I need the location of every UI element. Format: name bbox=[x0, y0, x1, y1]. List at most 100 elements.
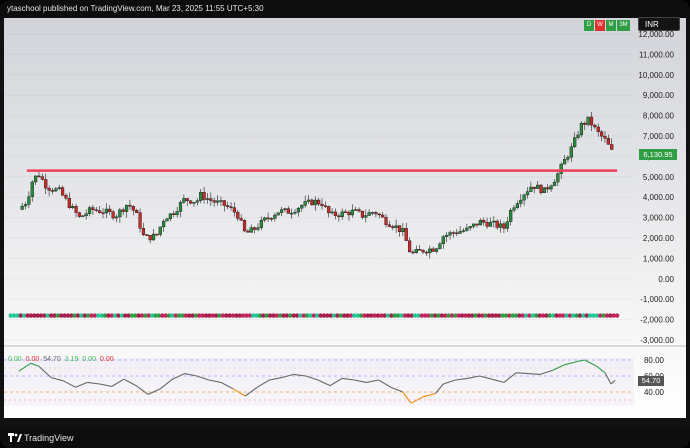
candle-bullish bbox=[569, 146, 573, 158]
candle-bullish bbox=[552, 181, 557, 187]
candle-bearish bbox=[236, 211, 240, 219]
candle-bearish bbox=[111, 211, 115, 219]
candle-bullish bbox=[219, 200, 223, 202]
candle-bullish bbox=[445, 234, 449, 237]
timeframe-3m[interactable]: 3M bbox=[617, 20, 630, 31]
candle-bearish bbox=[202, 192, 206, 200]
candle-bullish bbox=[84, 213, 88, 216]
candle-bearish bbox=[94, 209, 98, 211]
candle-bullish bbox=[350, 209, 354, 216]
candle-bullish bbox=[118, 209, 122, 218]
currency-button[interactable]: INR bbox=[638, 17, 680, 31]
candle-bearish bbox=[451, 232, 455, 234]
timeframe-d[interactable]: D bbox=[584, 20, 594, 31]
candle-bearish bbox=[357, 209, 361, 212]
candle-bullish bbox=[296, 207, 301, 213]
candle-bearish bbox=[246, 230, 250, 233]
candle-bearish bbox=[532, 186, 536, 189]
candle-bullish bbox=[441, 236, 445, 245]
candle-bearish bbox=[377, 213, 381, 216]
candle-bearish bbox=[600, 131, 604, 137]
candle-bullish bbox=[515, 203, 520, 208]
candle-bullish bbox=[370, 212, 375, 214]
candle-bearish bbox=[583, 122, 587, 125]
candle-bearish bbox=[384, 216, 388, 225]
time-axis-label: 2021 bbox=[434, 417, 452, 418]
candle-bullish bbox=[256, 227, 260, 230]
candle-bearish bbox=[374, 212, 378, 215]
candle-bullish bbox=[192, 202, 196, 204]
candle-bearish bbox=[77, 212, 82, 217]
candle-bearish bbox=[138, 212, 142, 229]
candle-bullish bbox=[492, 220, 496, 223]
candle-bullish bbox=[303, 201, 307, 206]
candle-bullish bbox=[522, 194, 526, 201]
candle-bullish bbox=[367, 212, 371, 216]
candle-bullish bbox=[472, 223, 476, 227]
time-axis-label: 2019 bbox=[354, 417, 372, 418]
rsi-legend-value: 0.00 bbox=[82, 356, 97, 363]
time-axis-label: 2018 bbox=[313, 417, 331, 418]
candle-bearish bbox=[40, 176, 44, 180]
candle-bearish bbox=[320, 203, 324, 206]
candle-bearish bbox=[347, 211, 351, 216]
candle-bullish bbox=[438, 243, 442, 249]
candle-bearish bbox=[546, 187, 550, 190]
candle-bearish bbox=[108, 208, 112, 212]
time-axis-label: 2015 bbox=[192, 417, 210, 418]
candle-bearish bbox=[64, 195, 68, 199]
candle-bearish bbox=[421, 249, 425, 253]
candle-bullish bbox=[542, 187, 546, 194]
candle-bullish bbox=[23, 204, 28, 207]
candle-bullish bbox=[279, 209, 284, 213]
candle-bullish bbox=[306, 199, 311, 202]
candle-bearish bbox=[47, 187, 51, 191]
timeframe-m[interactable]: M bbox=[606, 20, 616, 31]
candle-bullish bbox=[199, 192, 203, 201]
candle-bullish bbox=[263, 217, 267, 221]
candle-bearish bbox=[222, 200, 226, 206]
time-axis-label: 2016 bbox=[232, 417, 250, 418]
candle-bullish bbox=[525, 191, 530, 196]
candle-bearish bbox=[209, 198, 213, 201]
candle-bullish bbox=[576, 134, 580, 138]
candle-bullish bbox=[461, 230, 466, 232]
candle-bullish bbox=[175, 211, 179, 215]
candle-bullish bbox=[340, 211, 344, 217]
candle-bearish bbox=[424, 251, 429, 254]
price-axis-label: 0.00 bbox=[658, 275, 674, 284]
time-axis-label: 2023 bbox=[515, 417, 533, 418]
candle-bullish bbox=[509, 209, 513, 222]
candle-bullish bbox=[81, 215, 85, 217]
candle-bearish bbox=[172, 213, 176, 215]
candle-bearish bbox=[131, 205, 135, 211]
candle-bullish bbox=[458, 231, 462, 234]
rsi-value-tag: 54.70 bbox=[638, 376, 664, 386]
candle-bullish bbox=[428, 248, 432, 254]
candle-bullish bbox=[559, 163, 563, 174]
candle-bearish bbox=[67, 197, 71, 208]
candle-bearish bbox=[596, 126, 600, 133]
candle-bullish bbox=[488, 221, 493, 227]
price-axis-label: 10,000.00 bbox=[638, 71, 674, 80]
candle-bearish bbox=[60, 187, 65, 196]
rsi-axis-label: 80.00 bbox=[644, 356, 665, 365]
rsi-legend-value: 54.70 bbox=[43, 356, 61, 363]
candle-bearish bbox=[475, 223, 479, 226]
candle-bearish bbox=[226, 205, 230, 207]
candle-bearish bbox=[502, 223, 506, 229]
candle-bearish bbox=[121, 209, 125, 212]
candle-bearish bbox=[232, 207, 237, 213]
candle-bullish bbox=[465, 227, 469, 231]
candle-bearish bbox=[397, 225, 402, 232]
candle-bearish bbox=[37, 175, 41, 178]
candle-bullish bbox=[586, 116, 590, 125]
candle-bullish bbox=[512, 207, 516, 211]
candle-bullish bbox=[529, 186, 533, 192]
candle-bullish bbox=[394, 225, 398, 228]
timeframe-w[interactable]: W bbox=[595, 20, 605, 31]
candle-bullish bbox=[468, 226, 472, 229]
time-axis-label: 2020 bbox=[394, 417, 412, 418]
candle-bullish bbox=[249, 227, 253, 233]
candle-bearish bbox=[482, 219, 486, 223]
